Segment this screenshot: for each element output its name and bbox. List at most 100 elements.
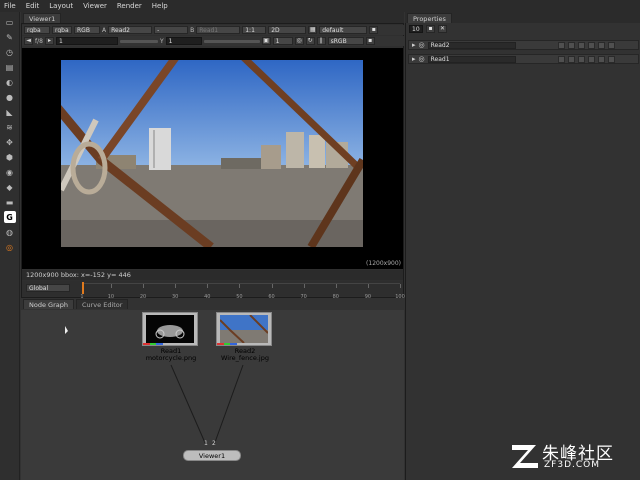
ofx-icon[interactable]: ◍ <box>4 226 16 238</box>
layer-dropdown[interactable]: rgba <box>52 26 72 34</box>
copy-icon[interactable] <box>567 41 575 49</box>
node-settings-icon[interactable]: ◎ <box>419 55 425 63</box>
roi-icon[interactable]: ◄ <box>24 37 33 45</box>
fstop-toggle-icon[interactable]: ▸ <box>44 37 54 45</box>
range-dropdown[interactable]: Global <box>26 284 70 292</box>
views-icon[interactable]: ◉ <box>4 166 16 178</box>
menu-layout[interactable]: Layout <box>49 2 73 10</box>
compare-op-dropdown[interactable]: - <box>154 26 189 34</box>
gamma-slider[interactable] <box>203 39 260 43</box>
copy-icon[interactable] <box>567 55 575 63</box>
properties-toolbar: 10 ▪ ✕ <box>409 25 447 33</box>
color-icon[interactable] <box>577 55 585 63</box>
nuke-window: File Edit Layout Viewer Render Help ▭ ✎ ◷ ▤… <box>0 0 640 480</box>
timeline-tick-mark <box>207 284 209 288</box>
center-icon[interactable] <box>557 41 565 49</box>
properties-panel: 10 ▪ ✕ ▸ ◎ Read2 ▸ ◎ Read1 <box>405 23 640 480</box>
a-input-label: A <box>102 26 107 34</box>
close-icon[interactable] <box>607 55 615 63</box>
pin-icon[interactable]: ▪ <box>426 25 435 33</box>
read1-thumbnail <box>146 315 194 343</box>
timeline-ruler[interactable]: 1 10 20 30 40 50 60 70 80 90 100 <box>80 282 405 300</box>
tab-viewer1[interactable]: Viewer1 <box>23 13 62 23</box>
display-channel-dropdown[interactable]: RGB <box>74 26 100 34</box>
region-icon[interactable]: ▣ <box>261 37 271 45</box>
max-panels-input[interactable]: 10 <box>409 25 423 33</box>
clear-panels-icon[interactable]: ✕ <box>438 25 447 33</box>
viewer-input-1: 1 <box>204 440 208 447</box>
viewer1-node[interactable]: Viewer1 <box>183 450 241 461</box>
furnace-icon[interactable]: ◎ <box>4 241 16 253</box>
image-icon[interactable]: ▭ <box>4 16 16 28</box>
revert-icon[interactable] <box>587 41 595 49</box>
gain-input[interactable]: 1 <box>55 37 118 45</box>
transform-icon[interactable]: ✥ <box>4 136 16 148</box>
timeline-tick-mark <box>239 284 241 288</box>
gamma-input[interactable]: 1 <box>165 37 202 45</box>
expand-arrow-icon[interactable]: ▸ <box>412 41 416 49</box>
read2-node[interactable]: Read2 Wire_fence.jpg <box>216 312 272 362</box>
other-icon[interactable]: ▬ <box>4 196 16 208</box>
timeline[interactable]: Global 1 10 20 30 40 50 60 70 80 90 100 <box>22 281 405 300</box>
color-icon[interactable] <box>577 41 585 49</box>
view-mode-dropdown[interactable]: 2D <box>268 26 307 34</box>
refresh-icon[interactable]: ↻ <box>305 37 315 45</box>
timeline-tick-mark <box>271 284 273 288</box>
gizmo-icon[interactable]: G <box>3 211 16 223</box>
watermark-logo-icon <box>512 445 538 468</box>
filter-icon[interactable]: ● <box>4 91 16 103</box>
menu-render[interactable]: Render <box>117 2 142 10</box>
a-input-dropdown[interactable]: Read2 <box>108 26 153 34</box>
metadata-icon[interactable]: ◆ <box>4 181 16 193</box>
graph-tabbar: Node Graph Curve Editor <box>21 298 404 309</box>
clock-icon[interactable]: ◷ <box>4 46 16 58</box>
playhead[interactable] <box>82 282 84 294</box>
color-icon[interactable]: ◐ <box>4 76 16 88</box>
float-icon[interactable] <box>597 55 605 63</box>
menu-help[interactable]: Help <box>152 2 168 10</box>
revert-icon[interactable] <box>587 55 595 63</box>
center-icon[interactable] <box>557 55 565 63</box>
keyer-icon[interactable]: ◣ <box>4 106 16 118</box>
clip-warning-icon[interactable]: ◎ <box>294 37 304 45</box>
node-name-read2[interactable]: Read2 <box>427 41 516 49</box>
channel-icon[interactable]: ▤ <box>4 61 16 73</box>
node-graph-canvas[interactable]: Read1 motorcycle.png Read2 Wire_fence.jp… <box>21 310 404 480</box>
merge-icon[interactable]: ≋ <box>4 121 16 133</box>
channels-dropdown[interactable]: rgba <box>24 26 50 34</box>
viewer-image <box>61 60 363 247</box>
timeline-tick-mark <box>175 284 177 288</box>
timeline-tick-mark <box>400 284 401 288</box>
tab-properties[interactable]: Properties <box>407 13 452 23</box>
read1-file: motorcycle.png <box>145 354 197 362</box>
viewer-viewport[interactable]: (1200x900) <box>22 48 403 269</box>
colorspace-dropdown[interactable]: sRGB <box>327 37 364 45</box>
properties-row-read2[interactable]: ▸ ◎ Read2 <box>408 40 639 50</box>
menubar: File Edit Layout Viewer Render Help <box>0 0 640 12</box>
gain-slider[interactable] <box>119 39 158 43</box>
3d-icon[interactable]: ⬢ <box>4 151 16 163</box>
input-process-icon[interactable]: ▪ <box>365 37 375 45</box>
b-input-dropdown[interactable]: Read1 <box>196 26 241 34</box>
proxy-dropdown[interactable]: 1 <box>272 37 293 45</box>
menu-file[interactable]: File <box>4 2 16 10</box>
node-name-read1[interactable]: Read1 <box>427 55 516 63</box>
read1-node[interactable]: Read1 motorcycle.png <box>142 312 198 362</box>
node-settings-icon[interactable]: ◎ <box>419 41 425 49</box>
lut-dropdown[interactable]: default <box>319 26 368 34</box>
lock-icon[interactable]: ▪ <box>369 26 379 34</box>
paint-icon[interactable]: ✎ <box>4 31 16 43</box>
viewer-panel: rgba rgba RGB A Read2 - B Read1 1:1 2D ▦… <box>21 23 405 298</box>
close-icon[interactable] <box>607 41 615 49</box>
expand-arrow-icon[interactable]: ▸ <box>412 55 416 63</box>
zoom-dropdown[interactable]: 1:1 <box>242 26 267 34</box>
float-icon[interactable] <box>597 41 605 49</box>
viewer-tabbar: Viewer1 <box>21 12 404 23</box>
menu-viewer[interactable]: Viewer <box>83 2 107 10</box>
tab-curve-editor[interactable]: Curve Editor <box>75 299 129 309</box>
pause-icon[interactable]: ∥ <box>316 37 326 45</box>
tab-node-graph[interactable]: Node Graph <box>23 299 74 309</box>
menu-edit[interactable]: Edit <box>26 2 40 10</box>
lut-icon[interactable]: ▦ <box>308 26 318 34</box>
properties-row-read1[interactable]: ▸ ◎ Read1 <box>408 54 639 64</box>
